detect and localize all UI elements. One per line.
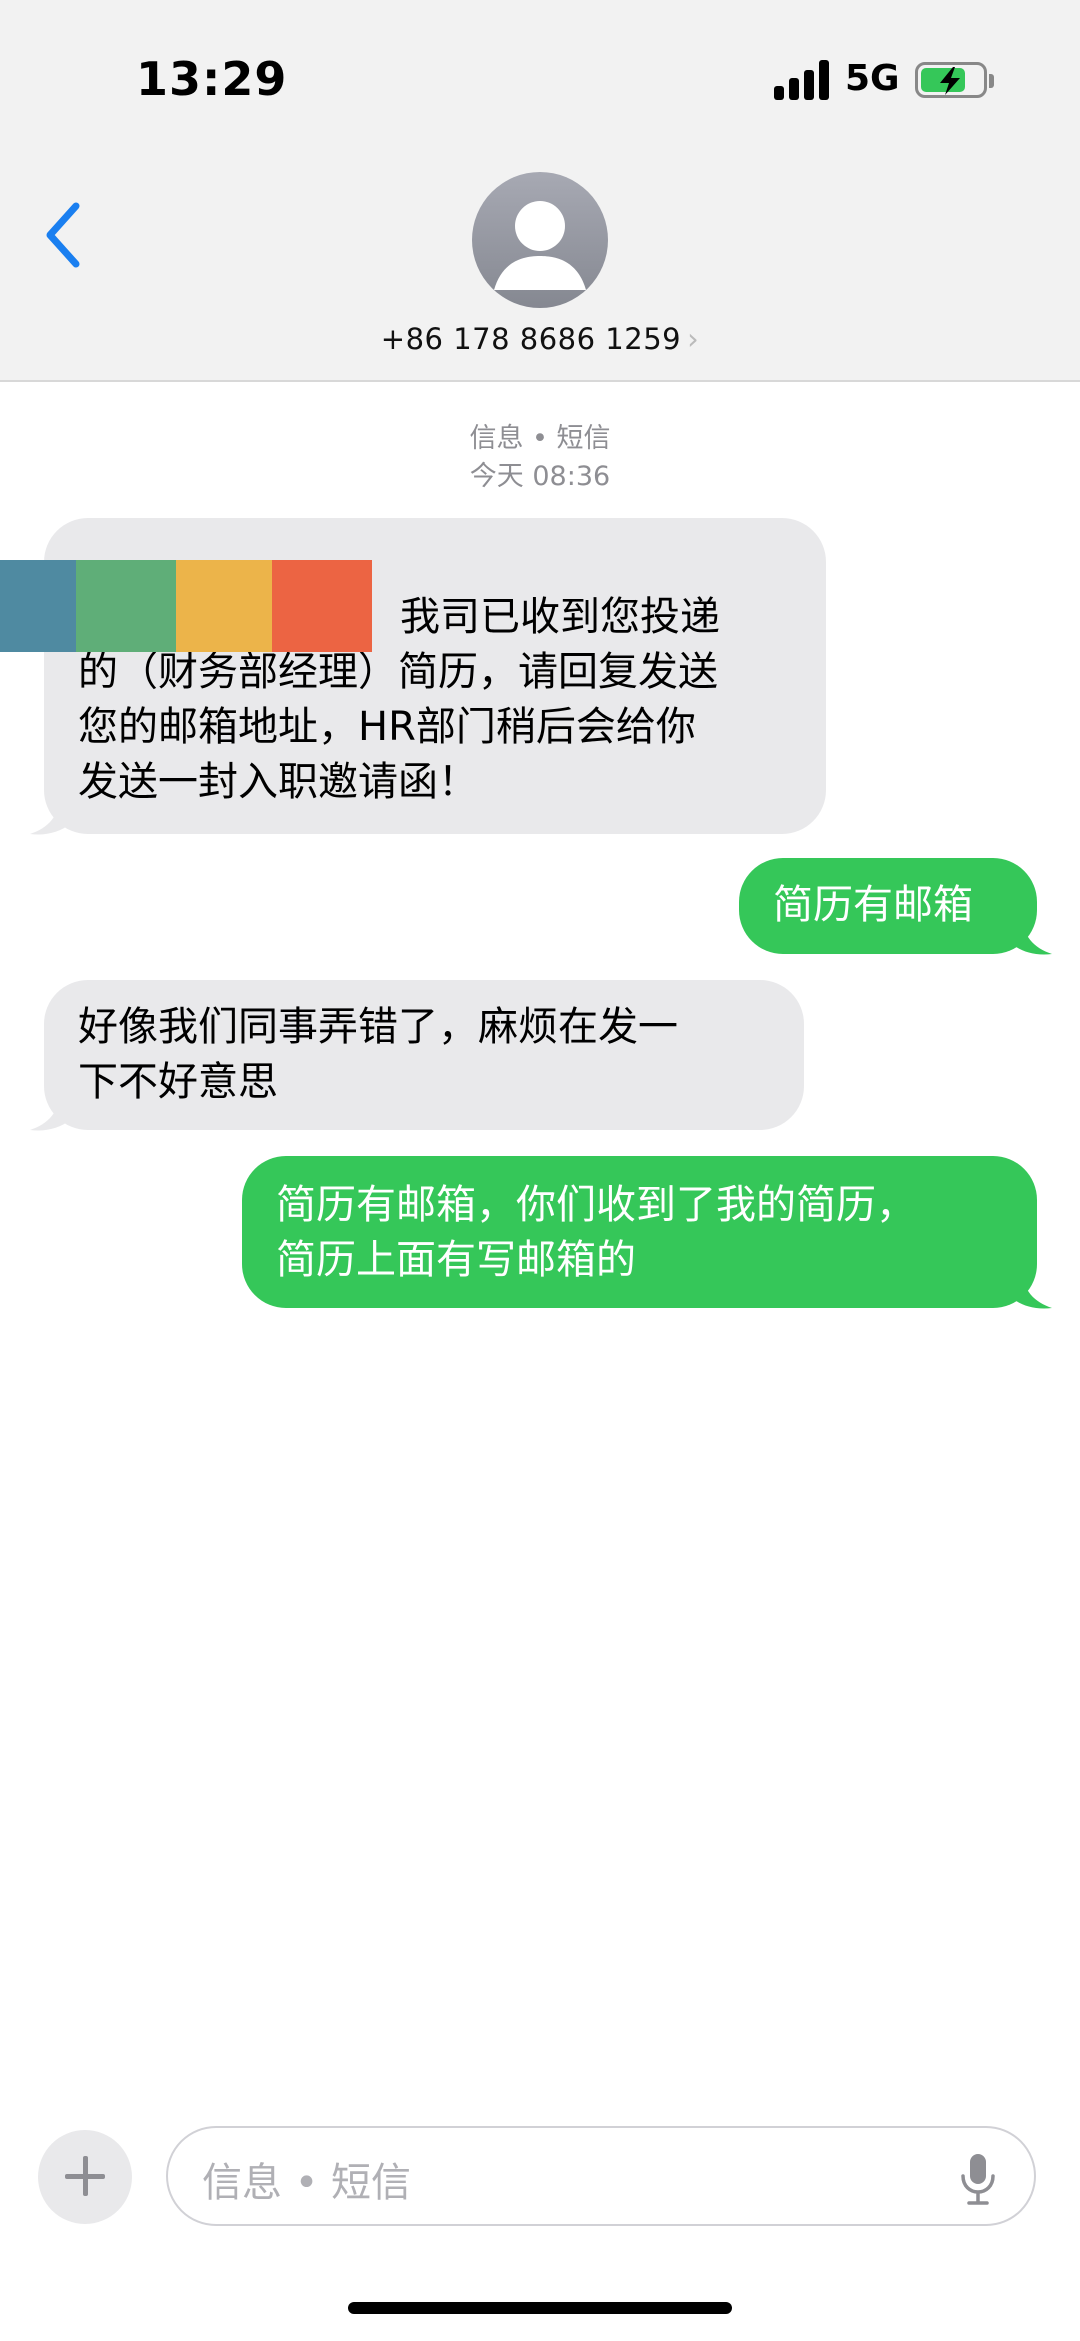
network-type: 5G [845,58,900,99]
back-chevron-icon[interactable] [40,200,90,270]
message-input-placeholder: 信息 • 短信 [202,2160,412,2206]
message-bubble-incoming[interactable]: 好像我们同事弄错了，麻烦在发一 下不好意思 [44,980,804,1130]
message-line: 您的邮箱地址，HR部门稍后会给你 [78,704,696,750]
status-time: 13:29 [136,52,288,106]
message-line: 下不好意思 [78,1059,278,1105]
apps-plus-button[interactable] [38,2130,132,2224]
chevron-right-icon: › [687,322,700,356]
message-line: 好像我们同事弄错了，麻烦在发一 [78,1004,678,1050]
contact-number-text: +86 178 8686 1259 [380,322,682,356]
contact-number[interactable]: +86 178 8686 1259 › [0,322,1080,356]
redaction-blocks [0,560,372,654]
battery-charging-icon [915,62,994,98]
message-line: 简历有邮箱 [773,882,973,928]
message-timestamp: 今天 08:36 [469,461,611,492]
nav-header: 13:29 5G +86 178 8686 1259 › [0,0,1080,382]
message-line: 简历上面有写邮箱的 [276,1237,636,1283]
message-input[interactable]: 信息 • 短信 [166,2126,1036,2226]
home-indicator[interactable] [348,2302,732,2314]
message-bubble-outgoing[interactable]: 简历有邮箱，你们收到了我的简历， 简历上面有写邮箱的 [242,1156,1037,1308]
message-line: 发送一封入职邀请函！ [78,759,478,805]
message-line: 简历有邮箱，你们收到了我的简历， [276,1182,916,1228]
message-bubble-outgoing[interactable]: 简历有邮箱 [739,858,1037,954]
service-label: 信息 • 短信 [469,423,611,454]
contact-avatar-icon[interactable] [472,172,608,308]
microphone-icon[interactable] [958,2152,998,2206]
conversation-meta: 信息 • 短信 今天 08:36 [0,420,1080,496]
cellular-signal-icon [774,60,832,100]
